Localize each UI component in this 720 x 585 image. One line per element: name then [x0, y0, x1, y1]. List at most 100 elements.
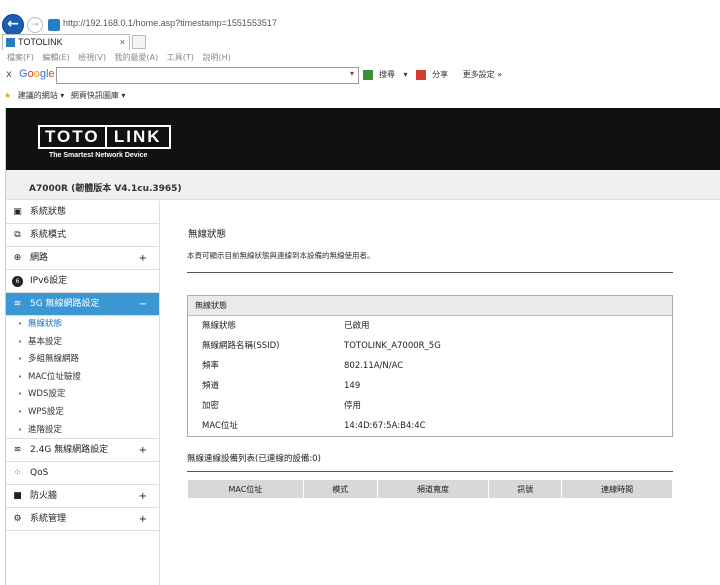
- sidebar-item-24g-wireless[interactable]: ≋ 2.4G 無線網路設定 +: [6, 439, 159, 463]
- google-logo: Google: [19, 68, 55, 80]
- column-header-bandwidth: 頻道寬度: [376, 479, 490, 499]
- expand-icon: +: [138, 253, 147, 264]
- tab-title: TOTOLINK: [18, 37, 63, 47]
- close-tab-icon[interactable]: ×: [120, 35, 125, 50]
- status-value: TOTOLINK_A7000R_5G: [344, 341, 441, 351]
- sidebar-item-system-mode[interactable]: ⧉ 系統模式: [6, 224, 159, 247]
- status-key: 頻率: [202, 361, 220, 371]
- tab-favicon-icon: [6, 38, 15, 47]
- column-header-mac: MAC位址: [187, 479, 304, 499]
- browser-tab[interactable]: TOTOLINK ×: [2, 34, 130, 50]
- status-row: 無線網路名稱(SSID) TOTOLINK_A7000R_5G: [188, 336, 672, 356]
- page-description: 本頁可顯示目前無線狀態與連線到本設備的無線使用者。: [187, 251, 375, 260]
- client-table: MAC位址 模式 頻道寬度 訊號 連線時間: [187, 479, 673, 499]
- google-search-button[interactable]: 搜尋 ▾: [363, 69, 408, 80]
- sidebar-item-5g-wireless[interactable]: ≋ 5G 無線網路設定 −: [6, 293, 159, 316]
- site-favicon-icon: [48, 19, 60, 31]
- web-slice-gallery-link[interactable]: 網頁快訊圖庫 ▾: [71, 91, 126, 100]
- sidebar-item-firewall[interactable]: ■ 防火牆 +: [6, 485, 159, 509]
- subnav-multiple-ssid[interactable]: 多組無線網路: [6, 351, 159, 369]
- menu-view[interactable]: 檢視(V): [78, 53, 106, 62]
- back-arrow-icon[interactable]: ←: [2, 14, 24, 36]
- sidebar-item-network[interactable]: ⊕ 網路 +: [6, 247, 159, 270]
- subnav-wps-settings[interactable]: WPS設定: [6, 404, 159, 422]
- status-value: 149: [344, 381, 361, 391]
- divider: [187, 471, 673, 472]
- status-key: 頻道: [202, 381, 220, 391]
- logo-tagline: The Smartest Network Device: [49, 152, 148, 159]
- google-search-input[interactable]: [56, 67, 359, 84]
- lock-icon: ■: [13, 491, 22, 502]
- suggested-sites-link[interactable]: 建議的網站 ▾: [18, 91, 65, 100]
- status-row: 頻道 149: [188, 376, 672, 396]
- wifi-icon: ≋: [13, 299, 22, 309]
- new-tab-button[interactable]: [132, 35, 146, 49]
- menu-help[interactable]: 說明(H): [202, 53, 230, 62]
- mode-icon: ⧉: [14, 230, 21, 240]
- browser-nav-bar: ← → http://192.168.0.1/home.asp?timestam…: [0, 0, 720, 36]
- status-row: 無線狀態 已啟用: [188, 316, 672, 336]
- ipv6-icon: 6: [12, 276, 23, 287]
- google-search-icon: [363, 69, 373, 80]
- expand-icon: +: [138, 445, 147, 457]
- sidebar-item-qos[interactable]: ⁘ QoS: [6, 462, 159, 486]
- status-key: 無線網路名稱(SSID): [202, 341, 280, 351]
- globe-icon: ⊕: [13, 253, 22, 263]
- wireless-status-panel: 無線狀態 無線狀態 已啟用 無線網路名稱(SSID) TOTOLINK_A700…: [187, 295, 673, 437]
- status-key: 無線狀態: [202, 321, 237, 331]
- collapse-icon: −: [138, 299, 147, 310]
- sidebar-item-system-management[interactable]: ⚙ 系統管理 +: [6, 508, 159, 532]
- panel-header: 無線狀態: [188, 296, 672, 316]
- favorites-star-icon[interactable]: ★: [4, 91, 11, 100]
- dropdown-arrow-icon[interactable]: ▾: [350, 69, 354, 78]
- subnav-advanced-settings[interactable]: 進階設定: [6, 422, 159, 440]
- status-value: 802.11A/N/AC: [344, 361, 404, 371]
- menu-file[interactable]: 檔案(F): [7, 53, 34, 62]
- status-key: MAC位址: [202, 421, 238, 431]
- status-row: MAC位址 14:4D:67:5A:B4:4C: [188, 416, 672, 436]
- subnav-basic-settings[interactable]: 基本設定: [6, 334, 159, 352]
- subnav-wds-settings[interactable]: WDS設定: [6, 386, 159, 404]
- divider: [187, 272, 673, 273]
- status-key: 加密: [202, 401, 220, 411]
- page-title: 無線狀態: [188, 229, 227, 240]
- tab-strip: TOTOLINK ×: [0, 34, 720, 51]
- menu-favorites[interactable]: 我的最愛(A): [115, 53, 159, 62]
- menu-tools[interactable]: 工具(T): [167, 53, 194, 62]
- status-row: 頻率 802.11A/N/AC: [188, 356, 672, 376]
- router-page: TOTO LINK The Smartest Network Device A7…: [5, 108, 720, 585]
- forward-arrow-icon[interactable]: →: [27, 17, 43, 33]
- sidebar: ▣ 系統狀態 ⧉ 系統模式 ⊕ 網路 + 6 IPv6設定 ≋ 5G 無線網路設…: [6, 201, 160, 585]
- column-header-signal: 訊號: [488, 479, 563, 499]
- status-row: 加密 停用: [188, 396, 672, 416]
- share-button[interactable]: 分享: [416, 69, 454, 80]
- google-toolbar: x Google ▾ 搜尋 ▾ 分享 更多設定 »: [0, 66, 720, 86]
- menu-bar: 檔案(F) 編輯(E) 檢視(V) 我的最愛(A) 工具(T) 說明(H): [0, 51, 720, 65]
- qos-icon: ⁘: [13, 468, 22, 479]
- menu-edit[interactable]: 編輯(E): [42, 53, 69, 62]
- wifi-icon: ≋: [13, 445, 22, 456]
- sidebar-item-system-status[interactable]: ▣ 系統狀態: [6, 201, 159, 224]
- address-bar[interactable]: http://192.168.0.1/home.asp?timestamp=15…: [63, 18, 277, 28]
- sidebar-item-ipv6[interactable]: 6 IPv6設定: [6, 270, 159, 293]
- gear-icon: ⚙: [13, 514, 22, 525]
- more-settings-button[interactable]: 更多設定 »: [463, 70, 502, 79]
- status-value: 14:4D:67:5A:B4:4C: [344, 421, 426, 431]
- client-list-title: 無線連線設備列表(已連線的設備:0): [187, 454, 321, 464]
- model-firmware-label: A7000R (韌體版本 V4.1cu.3965): [29, 184, 182, 194]
- expand-icon: +: [138, 491, 147, 503]
- totolink-logo: TOTO LINK: [38, 125, 171, 149]
- status-icon: ▣: [13, 207, 22, 217]
- model-bar: A7000R (韌體版本 V4.1cu.3965): [6, 170, 720, 200]
- expand-icon: +: [138, 514, 147, 526]
- close-toolbar-icon[interactable]: x: [6, 69, 12, 80]
- subnav-wireless-status[interactable]: 無線狀態: [6, 316, 159, 334]
- column-header-connection-time: 連線時間: [561, 479, 673, 499]
- share-icon: [416, 69, 427, 80]
- router-header: TOTO LINK The Smartest Network Device: [6, 108, 720, 170]
- favorites-bar: ★ 建議的網站 ▾ 網頁快訊圖庫 ▾: [0, 88, 720, 104]
- status-value: 已啟用: [344, 321, 370, 331]
- subnav-mac-filter[interactable]: MAC位址驗證: [6, 369, 159, 387]
- status-value: 停用: [344, 401, 362, 411]
- column-header-mode: 模式: [302, 479, 378, 499]
